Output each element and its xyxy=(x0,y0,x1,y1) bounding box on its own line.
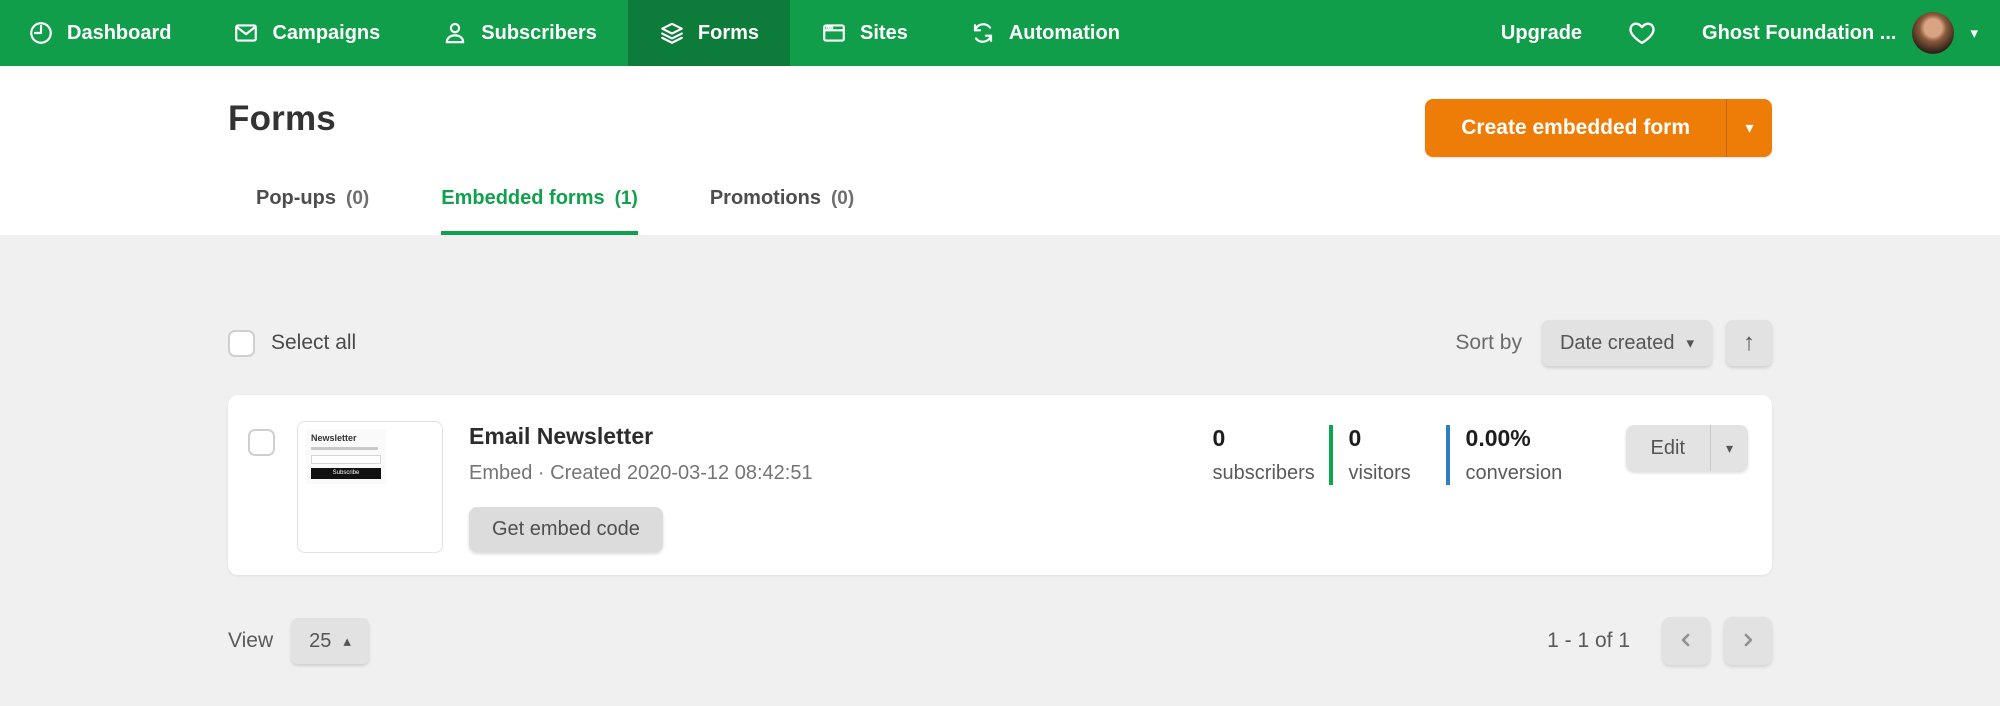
stat-label: subscribers xyxy=(1213,462,1329,485)
sort-value: Date created xyxy=(1560,332,1675,355)
tab-count: (0) xyxy=(346,188,369,210)
sort-controls: Sort by Date created ▾ ↑ xyxy=(1455,320,1772,366)
stat-value: 0 xyxy=(1349,425,1446,452)
select-all-label: Select all xyxy=(271,331,356,355)
thumbnail-input-field xyxy=(311,455,381,464)
nav-item-sites[interactable]: Sites xyxy=(790,0,939,66)
avatar xyxy=(1912,12,1954,54)
stat-conversion: 0.00% conversion xyxy=(1446,425,1614,485)
nav-item-label: Subscribers xyxy=(481,22,597,45)
arrow-up-icon: ↑ xyxy=(1743,329,1755,357)
clock-icon xyxy=(28,20,54,46)
stat-value: 0.00% xyxy=(1466,425,1614,452)
stat-label: conversion xyxy=(1466,462,1614,485)
pagination: View 25 ▴ 1 - 1 of 1 xyxy=(228,617,1772,665)
per-page-dropdown[interactable]: 25 ▴ xyxy=(291,618,369,664)
nav-right: Upgrade Ghost Foundation ... ▾ xyxy=(1501,0,2000,66)
prev-page-button[interactable] xyxy=(1662,617,1710,665)
nav-item-dashboard[interactable]: Dashboard xyxy=(0,0,202,66)
nav-item-label: Forms xyxy=(698,22,759,45)
edit-button-group: Edit ▾ xyxy=(1626,425,1748,471)
tab-label: Promotions xyxy=(710,187,821,210)
person-icon xyxy=(442,20,468,46)
sort-dropdown[interactable]: Date created ▾ xyxy=(1542,320,1712,366)
heart-icon[interactable] xyxy=(1628,19,1656,47)
thumbnail-text-line xyxy=(311,447,378,450)
nav-menu: Dashboard Campaigns Subscribers Forms Si xyxy=(0,0,1151,66)
nav-item-label: Campaigns xyxy=(272,22,380,45)
content-area: Select all Sort by Date created ▾ ↑ News… xyxy=(0,320,2000,665)
select-all: Select all xyxy=(228,330,356,357)
edit-button[interactable]: Edit xyxy=(1626,425,1710,471)
nav-item-forms[interactable]: Forms xyxy=(628,0,790,66)
tabs: Pop-ups (0) Embedded forms (1) Promotion… xyxy=(228,187,1772,235)
stat-subscribers: 0 subscribers xyxy=(1209,425,1329,485)
tab-count: (1) xyxy=(615,188,638,210)
get-embed-code-button[interactable]: Get embed code xyxy=(469,507,663,552)
form-thumbnail[interactable]: Newsletter Subscribe xyxy=(297,421,443,553)
browser-icon xyxy=(821,20,847,46)
chevron-left-icon xyxy=(1676,630,1696,653)
pager-range: 1 - 1 of 1 xyxy=(1547,629,1630,653)
tab-promotions[interactable]: Promotions (0) xyxy=(710,187,854,235)
page-header: Forms Create embedded form ▾ Pop-ups (0)… xyxy=(0,66,2000,235)
tab-label: Embedded forms xyxy=(441,187,604,210)
row-checkbox[interactable] xyxy=(248,429,275,456)
sort-caret-icon: ▾ xyxy=(1686,334,1694,352)
refresh-icon xyxy=(970,20,996,46)
stat-label: visitors xyxy=(1349,462,1446,485)
account-menu[interactable]: Ghost Foundation ... ▾ xyxy=(1702,12,1978,54)
sort-by-label: Sort by xyxy=(1455,331,1522,355)
tab-label: Pop-ups xyxy=(256,187,336,210)
per-page-caret-icon: ▴ xyxy=(343,632,351,650)
per-page-control: View 25 ▴ xyxy=(228,618,369,664)
next-page-button[interactable] xyxy=(1724,617,1772,665)
upgrade-link[interactable]: Upgrade xyxy=(1501,22,1582,45)
page-title: Forms xyxy=(228,99,336,139)
envelope-icon xyxy=(233,20,259,46)
chevron-right-icon xyxy=(1738,630,1758,653)
form-row-info: Email Newsletter Embed · Created 2020-03… xyxy=(469,421,1209,552)
tab-count: (0) xyxy=(831,188,854,210)
layers-icon xyxy=(659,20,685,46)
sort-direction-button[interactable]: ↑ xyxy=(1726,320,1772,366)
thumbnail-heading: Newsletter xyxy=(311,433,381,443)
tab-popups[interactable]: Pop-ups (0) xyxy=(256,187,369,235)
select-all-checkbox[interactable] xyxy=(228,330,255,357)
form-stats: 0 subscribers 0 visitors 0.00% conversio… xyxy=(1209,425,1614,485)
create-form-caret-icon[interactable]: ▾ xyxy=(1726,99,1772,157)
nav-item-label: Automation xyxy=(1009,22,1120,45)
edit-caret-icon[interactable]: ▾ xyxy=(1710,425,1748,471)
form-meta: Embed · Created 2020-03-12 08:42:51 xyxy=(469,462,1209,485)
tab-embedded-forms[interactable]: Embedded forms (1) xyxy=(441,187,638,235)
nav-item-campaigns[interactable]: Campaigns xyxy=(202,0,411,66)
view-label: View xyxy=(228,629,273,653)
form-row-card: Newsletter Subscribe Email Newsletter Em… xyxy=(228,395,1772,575)
per-page-value: 25 xyxy=(309,630,331,653)
form-thumbnail-preview: Newsletter Subscribe xyxy=(306,429,386,484)
pager: 1 - 1 of 1 xyxy=(1547,617,1772,665)
stat-value: 0 xyxy=(1213,425,1329,452)
thumbnail-subscribe-button: Subscribe xyxy=(311,468,381,479)
nav-item-automation[interactable]: Automation xyxy=(939,0,1151,66)
stat-visitors: 0 visitors xyxy=(1329,425,1446,485)
create-embedded-form-button[interactable]: Create embedded form ▾ xyxy=(1425,99,1772,157)
list-toolbar: Select all Sort by Date created ▾ ↑ xyxy=(228,320,1772,366)
nav-item-label: Sites xyxy=(860,22,908,45)
nav-item-label: Dashboard xyxy=(67,22,171,45)
account-caret-icon: ▾ xyxy=(1970,26,1978,41)
form-title[interactable]: Email Newsletter xyxy=(469,423,1209,450)
create-embedded-form-label[interactable]: Create embedded form xyxy=(1425,99,1726,157)
account-name: Ghost Foundation ... xyxy=(1702,22,1896,45)
top-nav: Dashboard Campaigns Subscribers Forms Si xyxy=(0,0,2000,66)
nav-item-subscribers[interactable]: Subscribers xyxy=(411,0,628,66)
